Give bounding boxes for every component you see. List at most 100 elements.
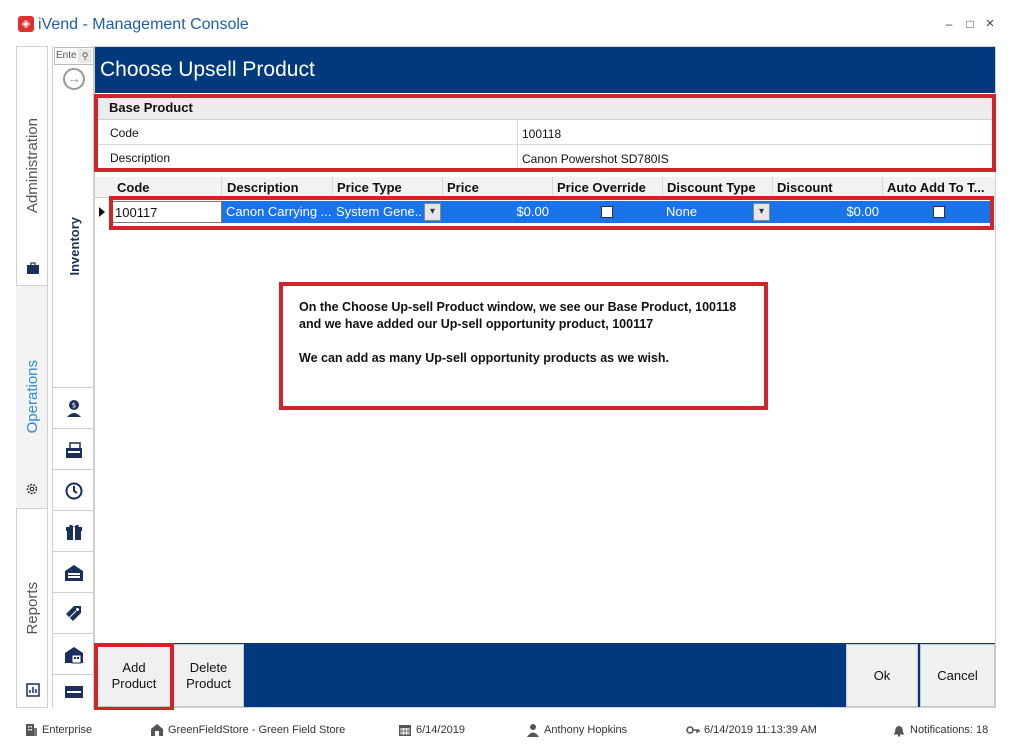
mini-search-input[interactable]: Ente ⚲ xyxy=(54,47,94,65)
status-date: 6/14/2019 xyxy=(398,722,465,738)
clock-icon[interactable] xyxy=(53,471,95,511)
inventory-section-label[interactable]: Inventory xyxy=(57,196,91,296)
current-row-indicator xyxy=(99,207,105,217)
store-icon xyxy=(151,724,163,736)
grid-cell-description[interactable]: Canon Carrying ... xyxy=(226,201,332,223)
module-nav: Administration Operations Reports xyxy=(16,46,48,708)
upsell-dialog: Choose Upsell Product Base Product Code … xyxy=(94,46,996,711)
column-header-price-type[interactable]: Price Type xyxy=(337,180,402,195)
tab-operations-label: Operations xyxy=(23,360,41,434)
column-divider xyxy=(221,177,222,198)
status-user: Anthony Hopkins xyxy=(526,722,627,738)
grid-cell-price[interactable]: $0.00 xyxy=(442,201,551,223)
status-store: GreenFieldStore - Green Field Store xyxy=(150,722,345,738)
base-product-panel: Base Product Code 100118 Description Can… xyxy=(95,94,995,170)
column-divider xyxy=(442,177,443,198)
cancel-button[interactable]: Cancel xyxy=(920,644,995,707)
action-bar: Add Product Delete Product Ok Cancel xyxy=(95,643,995,707)
discount-type-dropdown-button[interactable]: ▾ xyxy=(753,203,770,221)
status-user-text: Anthony Hopkins xyxy=(544,724,628,736)
auto-add-checkbox[interactable] xyxy=(933,206,945,218)
ok-button[interactable]: Ok xyxy=(846,644,918,707)
building-icon xyxy=(26,724,37,736)
minimize-button[interactable]: – xyxy=(941,16,957,32)
status-notifications-text: Notifications: 18 xyxy=(910,724,989,736)
tags-icon[interactable] xyxy=(53,594,95,634)
price-type-dropdown-button[interactable]: ▾ xyxy=(424,203,441,221)
warehouse-icon[interactable] xyxy=(53,553,95,593)
grid-cell-discount[interactable]: $0.00 xyxy=(772,201,881,223)
price-override-checkbox[interactable] xyxy=(601,206,613,218)
tab-reports[interactable]: Reports xyxy=(16,508,48,708)
tab-operations[interactable]: Operations xyxy=(16,286,48,508)
base-description-value: Canon Powershot SD780IS xyxy=(522,152,669,166)
status-date-text: 6/14/2019 xyxy=(416,724,465,736)
column-divider xyxy=(552,177,553,198)
column-header-discount[interactable]: Discount xyxy=(777,180,833,195)
title-bar: ◈ iVend - Management Console – □ × xyxy=(0,0,1013,46)
page-header: Choose Upsell Product xyxy=(95,47,995,93)
gift-card-icon[interactable] xyxy=(53,676,95,708)
base-product-header: Base Product xyxy=(95,94,995,120)
base-product-code-row: Code 100118 xyxy=(95,120,995,145)
status-datetime: 6/14/2019 11:13:39 AM xyxy=(686,722,817,738)
search-icon[interactable]: ⚲ xyxy=(78,49,92,63)
base-code-value: 100118 xyxy=(522,127,562,141)
ok-label: Ok xyxy=(873,667,891,683)
inventory-icon-column: Ente ⚲ → Inventory $ xyxy=(52,46,95,708)
svg-text:$: $ xyxy=(72,401,76,409)
close-button[interactable]: × xyxy=(982,16,998,32)
app-window: ◈ iVend - Management Console – □ × Admin… xyxy=(0,0,1013,756)
register-icon[interactable] xyxy=(53,430,95,470)
tab-administration[interactable]: Administration xyxy=(16,46,48,286)
tab-reports-label: Reports xyxy=(23,581,41,635)
icon-column-divider xyxy=(53,387,95,388)
callout-line-1: On the Choose Up-sell Product window, we… xyxy=(299,300,737,331)
maximize-button[interactable]: □ xyxy=(962,16,978,32)
status-datetime-text: 6/14/2019 11:13:39 AM xyxy=(704,724,817,736)
base-product-header-label: Base Product xyxy=(109,100,193,115)
key-icon xyxy=(686,726,700,734)
status-bar: Enterprise GreenFieldStore - Green Field… xyxy=(0,710,1013,756)
column-header-price[interactable]: Price xyxy=(447,180,479,195)
status-notifications[interactable]: Notifications: 18 xyxy=(892,722,988,738)
gift-icon[interactable] xyxy=(53,512,95,552)
base-product-description-row: Description Canon Powershot SD780IS xyxy=(95,145,995,170)
calendar-icon xyxy=(399,725,411,736)
status-company-text: Enterprise xyxy=(42,724,93,736)
table-row[interactable]: 100117 Canon Carrying ... System Gene...… xyxy=(111,201,991,223)
add-product-label: Add Product xyxy=(111,659,157,691)
app-logo-icon: ◈ xyxy=(18,16,34,32)
column-header-code[interactable]: Code xyxy=(117,180,150,195)
grid-cell-code[interactable]: 100117 xyxy=(111,201,222,223)
briefcase-icon xyxy=(27,262,39,274)
cancel-label: Cancel xyxy=(937,667,978,683)
page-title: Choose Upsell Product xyxy=(100,58,315,81)
column-divider xyxy=(517,120,518,145)
column-divider xyxy=(517,145,518,170)
delete-product-button[interactable]: Delete Product xyxy=(173,644,244,707)
status-company: Enterprise xyxy=(24,722,92,738)
base-description-label: Description xyxy=(110,151,171,165)
column-header-price-override[interactable]: Price Override xyxy=(557,180,646,195)
window-title: iVend - Management Console xyxy=(38,16,249,33)
add-product-button[interactable]: Add Product xyxy=(96,644,172,707)
grid-cell-price-type[interactable]: System Gene... xyxy=(336,201,422,223)
annotation-callout: On the Choose Up-sell Product window, we… xyxy=(279,282,768,410)
callout-line-2: We can add as many Up-sell opportunity p… xyxy=(299,351,669,365)
grid-cell-discount-type[interactable]: None xyxy=(666,201,752,223)
user-icon xyxy=(527,724,539,737)
status-store-text: GreenFieldStore - Green Field Store xyxy=(168,724,346,736)
arrow-right-icon[interactable]: → xyxy=(63,68,85,90)
base-code-label: Code xyxy=(110,126,139,140)
column-header-discount-type[interactable]: Discount Type xyxy=(667,180,756,195)
column-header-auto-add[interactable]: Auto Add To T... xyxy=(887,180,993,195)
column-divider xyxy=(332,177,333,198)
report-icon xyxy=(26,683,40,697)
column-divider xyxy=(882,177,883,198)
delete-product-label: Delete Product xyxy=(186,659,231,691)
gear-icon xyxy=(26,483,38,495)
price-person-icon[interactable]: $ xyxy=(53,389,95,429)
column-header-description[interactable]: Description xyxy=(227,180,299,195)
store-calc-icon[interactable] xyxy=(53,635,95,675)
